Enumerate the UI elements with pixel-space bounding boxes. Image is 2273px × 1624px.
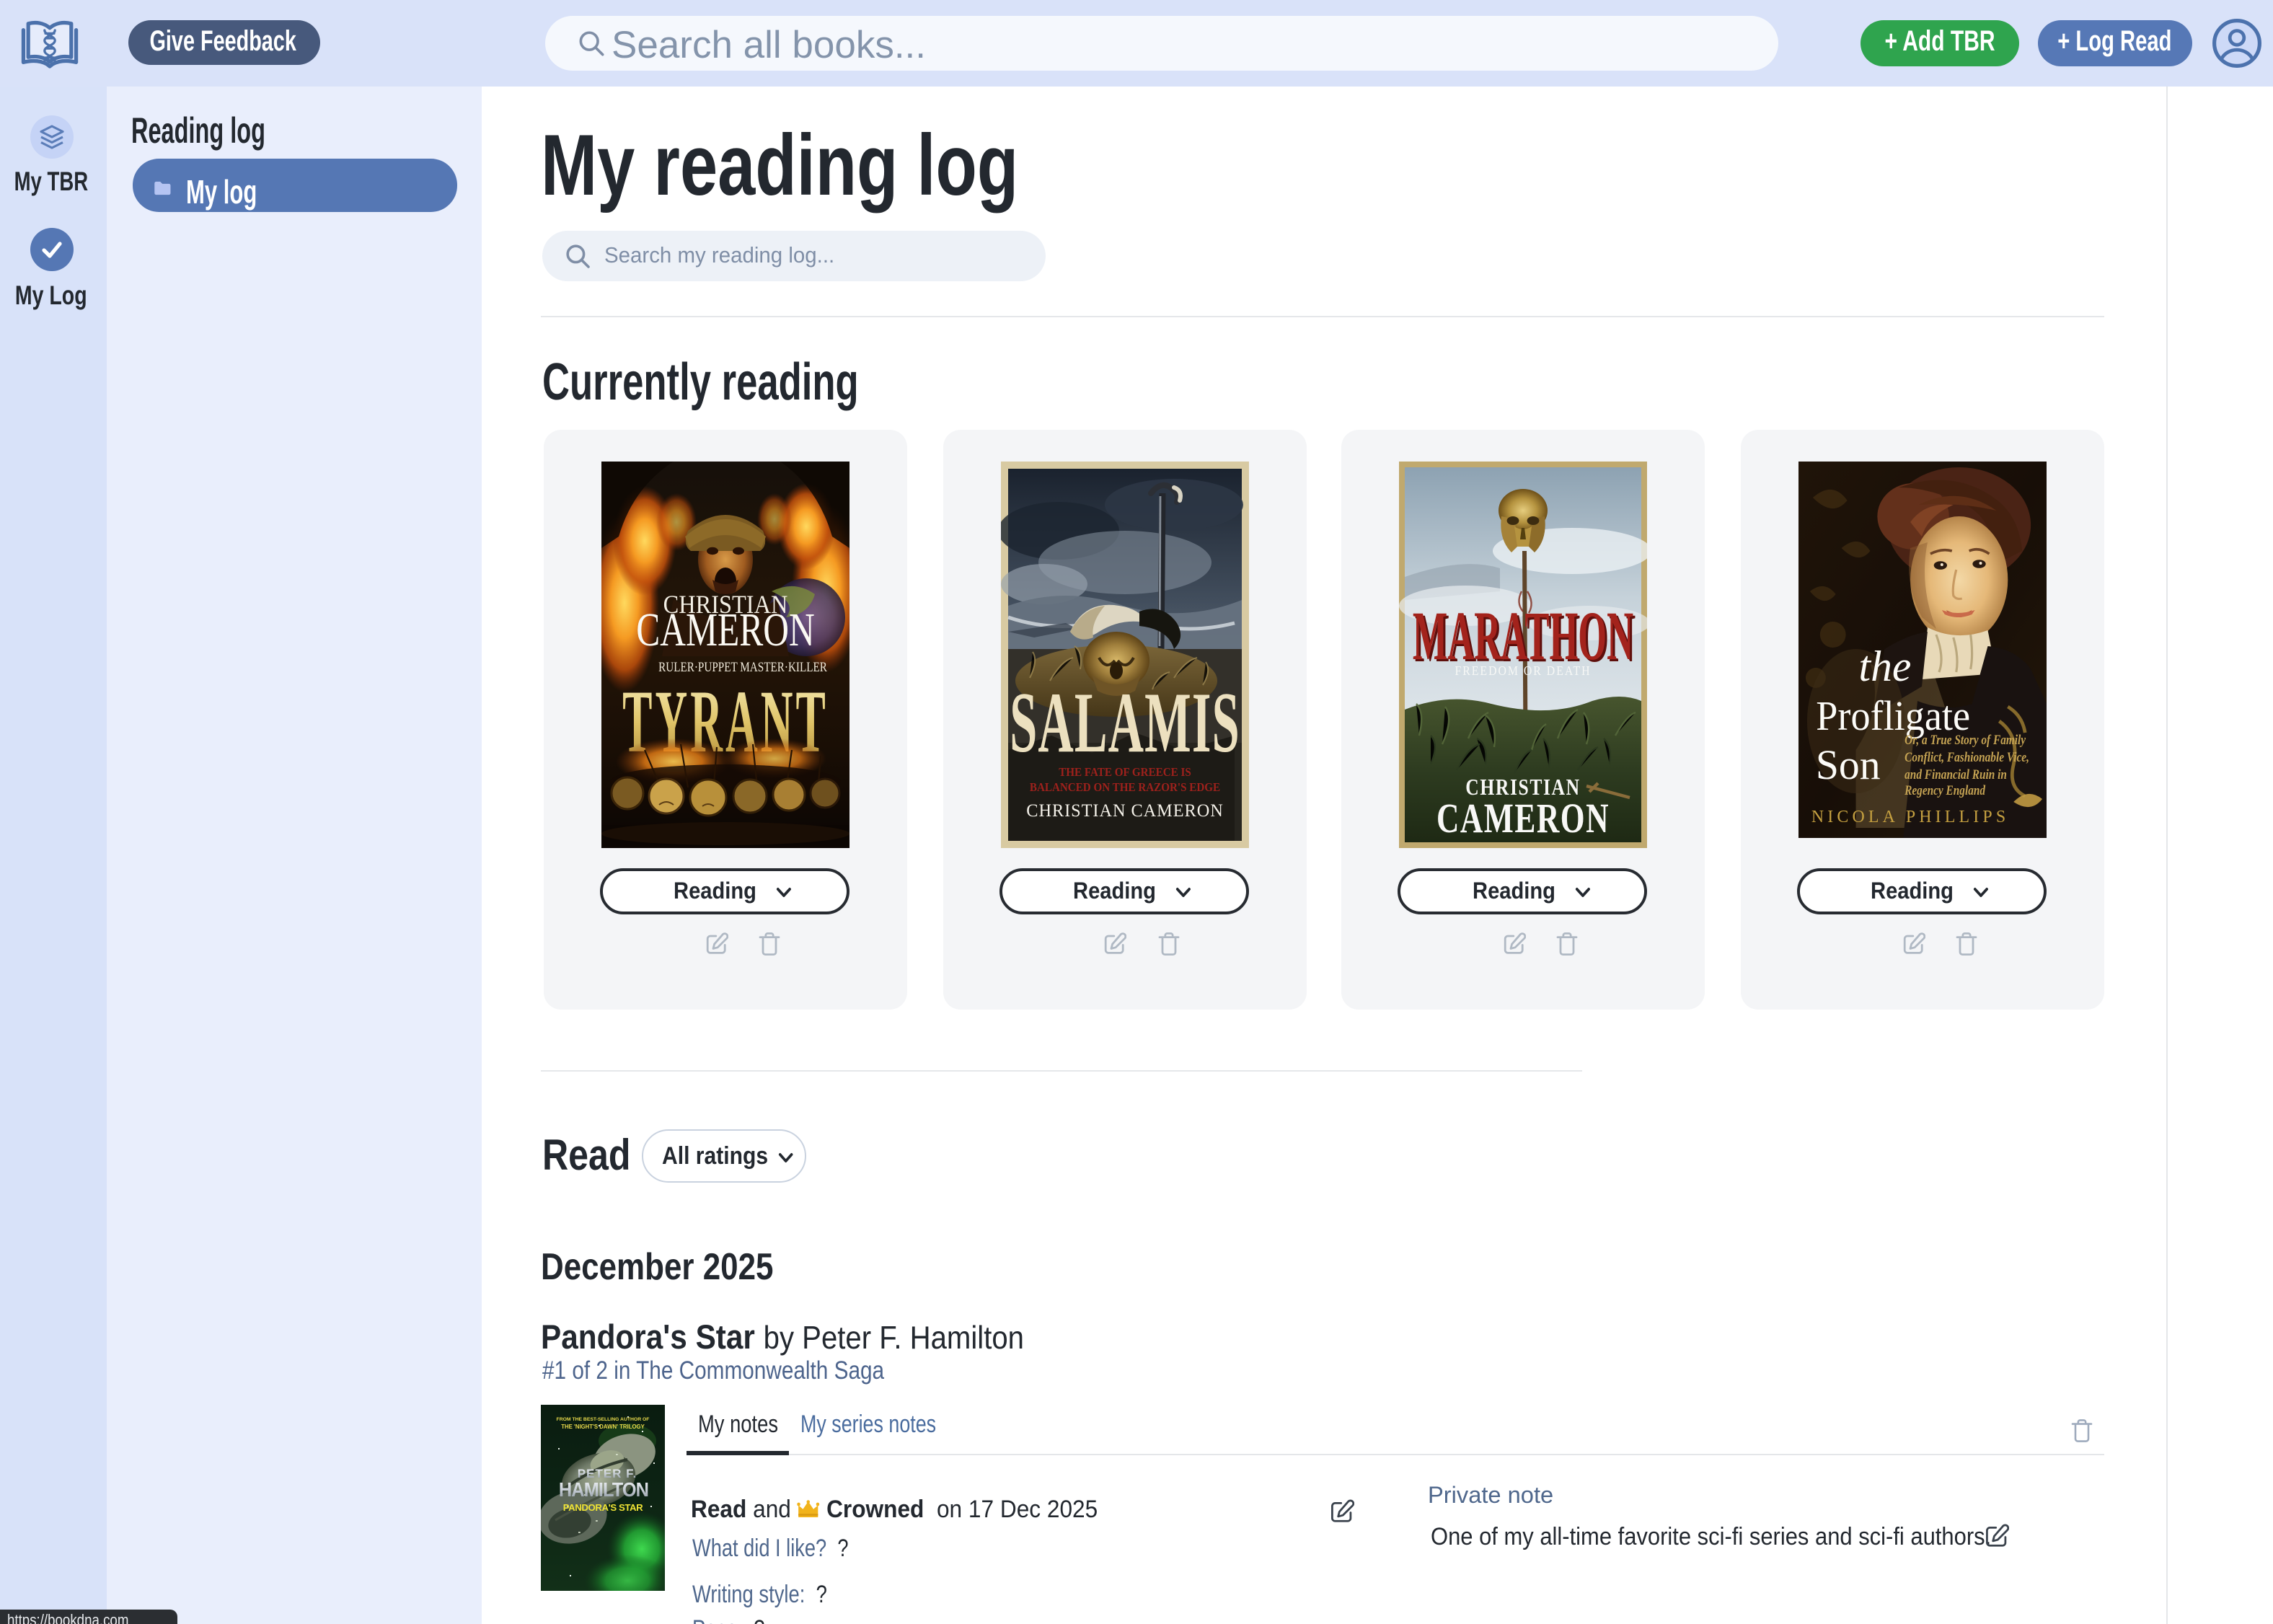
svg-text:Conflict, Fashionable Vice,: Conflict, Fashionable Vice, (1905, 750, 2029, 765)
svg-text:Or, a True Story of Family: Or, a True Story of Family (1905, 733, 2026, 748)
svg-text:MARATHON: MARATHON (1413, 597, 1634, 674)
svg-text:CHRISTIAN CAMERON: CHRISTIAN CAMERON (1026, 800, 1223, 821)
svg-text:FREEDOM OR DEATH: FREEDOM OR DEATH (1455, 663, 1592, 678)
svg-text:CAMERON: CAMERON (636, 603, 814, 656)
svg-text:Son: Son (1816, 741, 1881, 788)
svg-text:THE FATE OF GREECE IS: THE FATE OF GREECE IS (1059, 766, 1191, 779)
svg-text:PANDORA'S STAR: PANDORA'S STAR (563, 1501, 643, 1512)
svg-text:and Financial Ruin in: and Financial Ruin in (1905, 767, 2007, 782)
svg-text:HAMILTON: HAMILTON (559, 1478, 648, 1500)
svg-text:THE 'NIGHT'S DAWN' TRILOGY: THE 'NIGHT'S DAWN' TRILOGY (561, 1423, 645, 1429)
svg-text:Regency England: Regency England (1904, 783, 1985, 798)
svg-text:CAMERON: CAMERON (1437, 795, 1610, 842)
svg-text:SALAMIS: SALAMIS (1010, 675, 1240, 771)
svg-text:NICOLA PHILLIPS: NICOLA PHILLIPS (1811, 808, 2009, 826)
svg-text:BALANCED ON THE RAZOR'S EDGE: BALANCED ON THE RAZOR'S EDGE (1029, 781, 1219, 794)
svg-text:the: the (1859, 643, 1912, 690)
svg-text:FROM THE BEST-SELLING AUTHOR O: FROM THE BEST-SELLING AUTHOR OF (557, 1416, 650, 1421)
